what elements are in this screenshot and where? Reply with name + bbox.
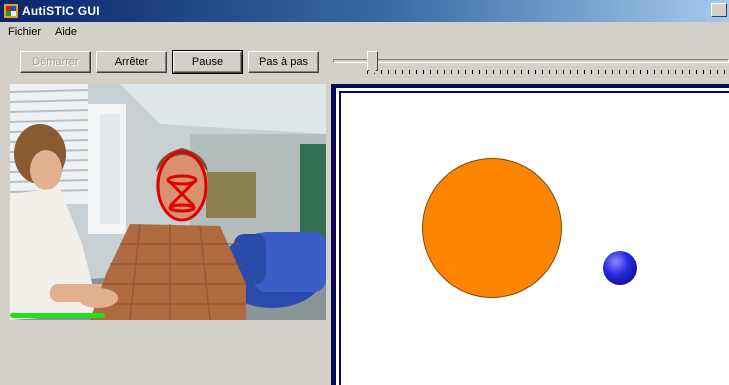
pause-button[interactable]: Pause [172,50,243,74]
game-canvas[interactable] [339,91,729,385]
blue-ball[interactable] [603,251,637,285]
menu-aide[interactable]: Aide [53,25,79,39]
camera-progress-bar [10,313,105,318]
slider-track [333,59,729,63]
orange-circle[interactable] [422,158,562,298]
game-panel [331,84,729,385]
start-button[interactable]: Démarrer [20,51,91,73]
menu-bar: Fichier Aide [0,22,729,42]
menu-fichier[interactable]: Fichier [6,25,43,39]
camera-image [10,84,326,320]
speed-slider[interactable] [331,48,729,76]
slider-ticks [367,70,729,74]
minimize-icon[interactable] [711,3,727,17]
step-button[interactable]: Pas à pas [248,51,319,73]
app-icon [4,4,18,18]
window-controls [711,3,727,17]
window-title: AutiSTIC GUI [22,4,100,18]
title-bar: AutiSTIC GUI [0,0,729,22]
stop-button[interactable]: Arrêter [96,51,167,73]
slider-thumb[interactable] [367,51,378,71]
camera-view [10,84,326,320]
